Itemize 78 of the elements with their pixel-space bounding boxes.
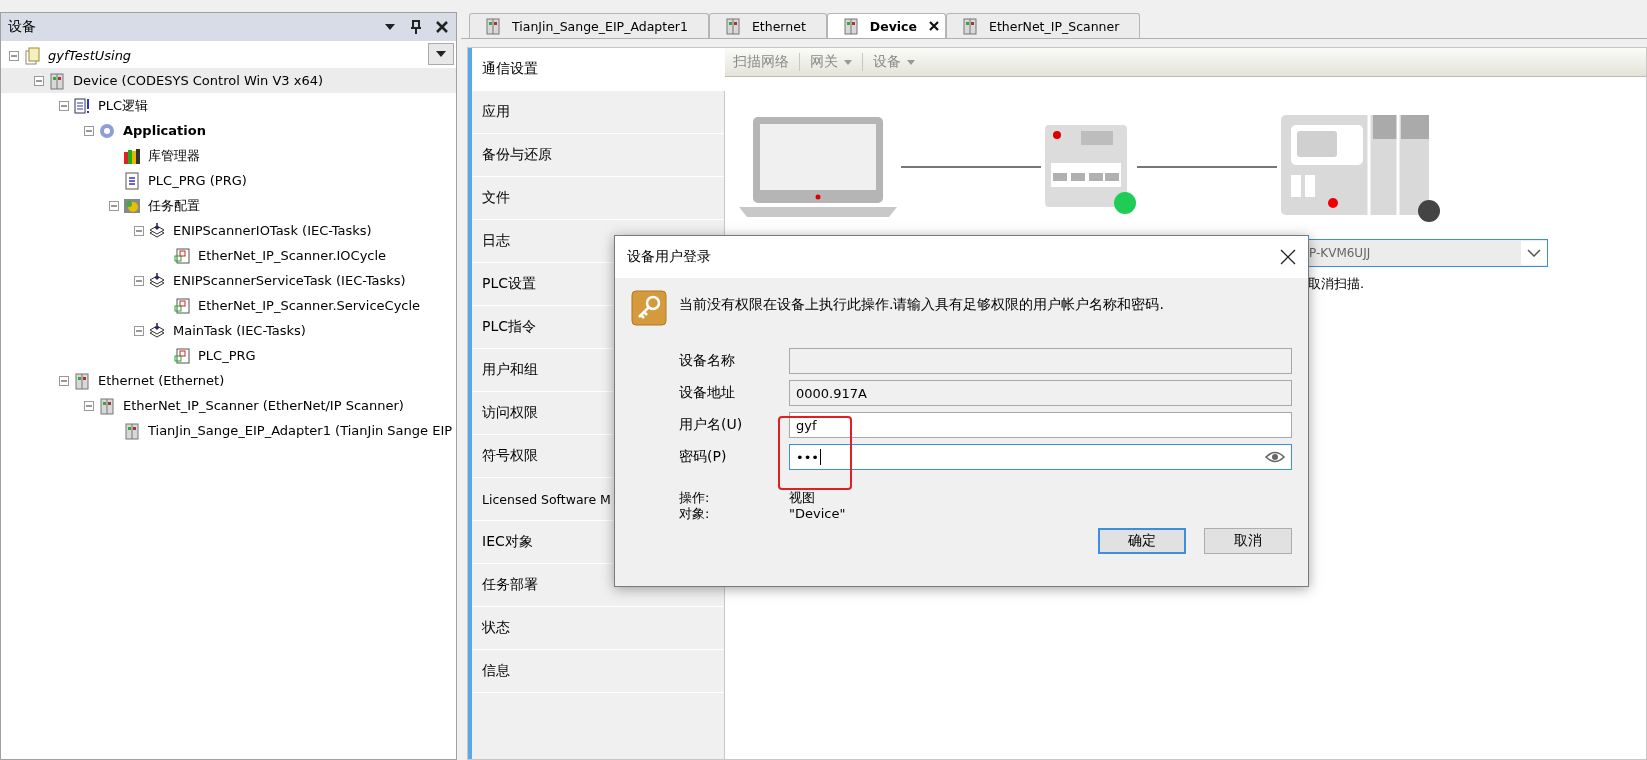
stack-icon — [148, 321, 166, 340]
document-icon — [73, 96, 91, 115]
stack-icon — [148, 221, 166, 240]
nav-item[interactable]: 通信设置 — [472, 48, 725, 91]
tab[interactable]: Device — [826, 13, 946, 38]
collapse-icon[interactable] — [109, 200, 119, 211]
tab[interactable]: Ethernet — [708, 13, 827, 38]
stack-icon — [148, 271, 166, 290]
caret-icon — [907, 59, 915, 65]
collapse-icon[interactable] — [59, 100, 69, 111]
tree-item[interactable]: PLC_PRG (PRG) — [145, 172, 250, 189]
nav-item[interactable]: 文件 — [472, 177, 724, 220]
device-icon — [841, 17, 858, 35]
device-icon — [723, 17, 740, 35]
password-field[interactable]: ••• — [789, 444, 1292, 470]
tree-item[interactable]: gyfTestUsing — [45, 47, 135, 64]
device-icon — [98, 396, 116, 415]
collapse-icon[interactable] — [34, 75, 44, 86]
nav-item[interactable]: 应用 — [472, 91, 724, 134]
dialog-button[interactable]: 取消 — [1204, 528, 1292, 554]
caret-icon — [844, 59, 852, 65]
device-icon — [48, 71, 66, 90]
info-label: 操作: — [679, 490, 711, 506]
document-icon — [173, 246, 191, 265]
device-icon — [484, 17, 500, 35]
panel-title: 设备 — [8, 18, 37, 36]
eye-icon[interactable] — [1265, 450, 1285, 464]
tab[interactable]: EtherNet_IP_Scanner — [946, 13, 1141, 38]
nav-item[interactable]: 状态 — [472, 607, 724, 650]
tab[interactable]: TianJin_Sange_EIP_Adapter1 — [469, 13, 709, 38]
books-icon — [123, 146, 141, 165]
document-icon — [123, 171, 141, 190]
device-icon — [73, 371, 91, 390]
tree-item[interactable]: ENIPScannerIOTask (IEC-Tasks) — [170, 222, 375, 239]
nav-item[interactable]: 备份与还原 — [472, 134, 724, 177]
tree-item[interactable]: PLC逻辑 — [95, 95, 152, 116]
dropdown-button[interactable] — [428, 43, 454, 65]
collapse-icon[interactable] — [59, 375, 69, 386]
scan-note: 取消扫描. — [1308, 275, 1366, 293]
device-icon — [961, 17, 977, 35]
tree-item[interactable]: Application — [120, 122, 209, 139]
info-value: 视图 — [789, 490, 816, 506]
collapse-icon[interactable] — [84, 125, 94, 136]
input-field[interactable]: gyf — [789, 412, 1292, 438]
tree-item[interactable]: TianJin_Sange_EIP_Adapter1 (TianJin Sange EIP — [145, 422, 456, 439]
close-icon[interactable] — [929, 21, 939, 31]
tree-item[interactable]: EtherNet_IP_Scanner (EtherNet/IP Scanner) — [120, 397, 407, 414]
tree-item[interactable]: 任务配置 — [145, 195, 203, 216]
tree-item[interactable]: PLC_PRG — [195, 347, 259, 364]
caret-icon — [435, 50, 447, 58]
collapse-icon[interactable] — [134, 225, 144, 236]
device-icon — [123, 421, 141, 440]
info-value: "Device" — [789, 506, 847, 522]
dialog-title: 设备用户登录 — [627, 248, 712, 266]
collapse-icon[interactable] — [134, 325, 144, 336]
tree-item[interactable]: ENIPScannerServiceTask (IEC-Tasks) — [170, 272, 409, 289]
pin-icon[interactable] — [410, 20, 422, 34]
collapse-icon[interactable] — [9, 50, 19, 61]
tree-item[interactable]: 库管理器 — [145, 145, 203, 166]
document-icon — [173, 296, 191, 315]
info-label: 对象: — [679, 506, 711, 522]
device-dropdown[interactable]: P-KVM6UJJ — [1306, 239, 1548, 267]
tree-item[interactable]: EtherNet_IP_Scanner.IOCycle — [195, 247, 390, 264]
tree-item[interactable]: Device (CODESYS Control Win V3 x64) — [70, 72, 327, 89]
document-icon — [173, 346, 191, 365]
collapse-icon[interactable] — [84, 400, 94, 411]
close-icon[interactable] — [436, 21, 448, 33]
tree-item[interactable]: MainTask (IEC-Tasks) — [170, 322, 309, 339]
document-icon — [23, 46, 41, 65]
key-icon — [631, 290, 667, 326]
collapse-icon[interactable] — [134, 275, 144, 286]
close-icon[interactable] — [1280, 249, 1296, 265]
dialog-button[interactable]: 确定 — [1098, 528, 1186, 554]
tree-item[interactable]: EtherNet_IP_Scanner.ServiceCycle — [195, 297, 424, 314]
chevron-down-icon — [1527, 249, 1541, 257]
dropdown-icon[interactable] — [384, 22, 396, 32]
nav-item[interactable]: 信息 — [472, 650, 724, 693]
tree-item[interactable]: Ethernet (Ethernet) — [95, 372, 228, 389]
